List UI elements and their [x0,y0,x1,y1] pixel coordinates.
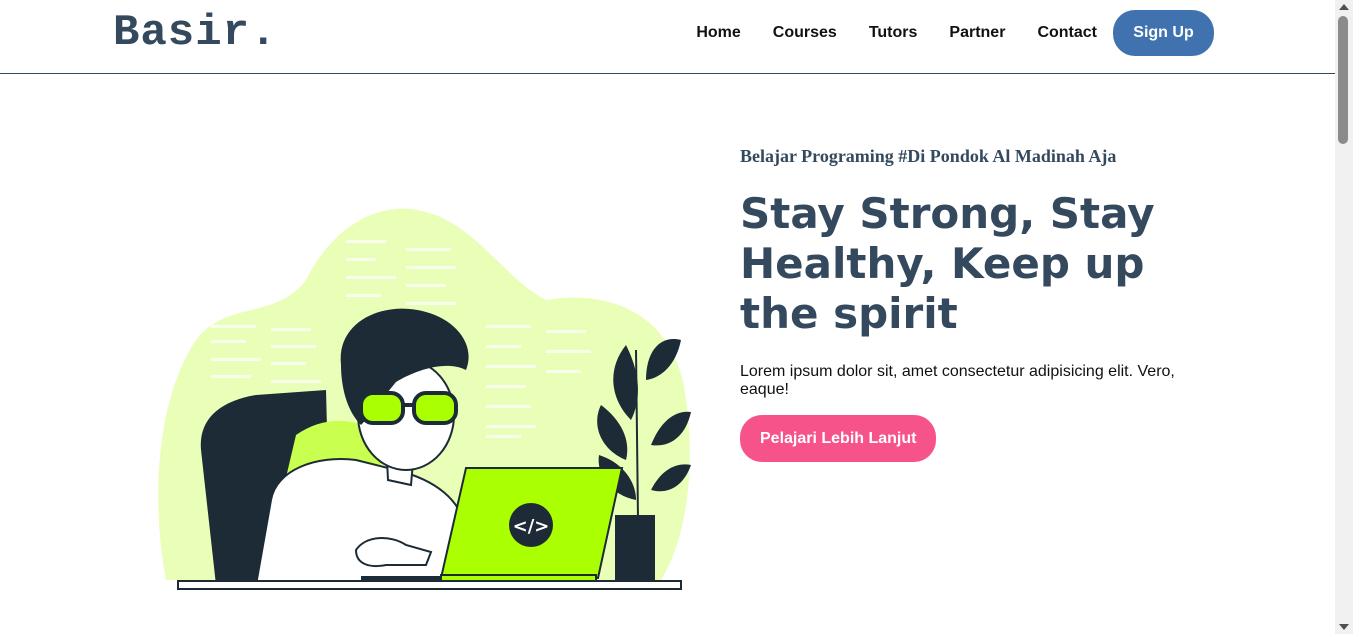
programmer-illustration-icon: </> [158,208,691,590]
hero-headline: Stay Strong, Stay Healthy, Keep up the s… [740,189,1155,338]
main-nav: Home Courses Tutors Partner Contact Sign… [696,10,1214,56]
site-header: Basir. Home Courses Tutors Partner Conta… [0,0,1335,74]
nav-tutors[interactable]: Tutors [869,24,918,42]
hero-illustration: </> [156,200,696,595]
hero-description: Lorem ipsum dolor sit, amet consectetur … [740,363,1175,398]
sign-up-button[interactable]: Sign Up [1113,10,1214,56]
learn-more-button[interactable]: Pelajari Lebih Lanjut [740,415,937,462]
logo[interactable]: Basir. [113,8,277,58]
page-scrollbar[interactable] [1335,0,1353,634]
scroll-down-icon[interactable] [1339,624,1349,630]
nav-home[interactable]: Home [696,24,740,42]
nav-courses[interactable]: Courses [773,24,837,42]
nav-contact[interactable]: Contact [1037,24,1097,42]
page: Basir. Home Courses Tutors Partner Conta… [0,0,1335,634]
nav-partner[interactable]: Partner [949,24,1005,42]
laptop-code-symbol: </> [513,516,550,537]
scroll-thumb[interactable] [1338,16,1348,144]
scroll-up-icon[interactable] [1339,4,1349,10]
hero-tagline: Belajar Programing #Di Pondok Al Madinah… [740,146,1117,166]
hero-content: Belajar Programing #Di Pondok Al Madinah… [740,146,1220,462]
